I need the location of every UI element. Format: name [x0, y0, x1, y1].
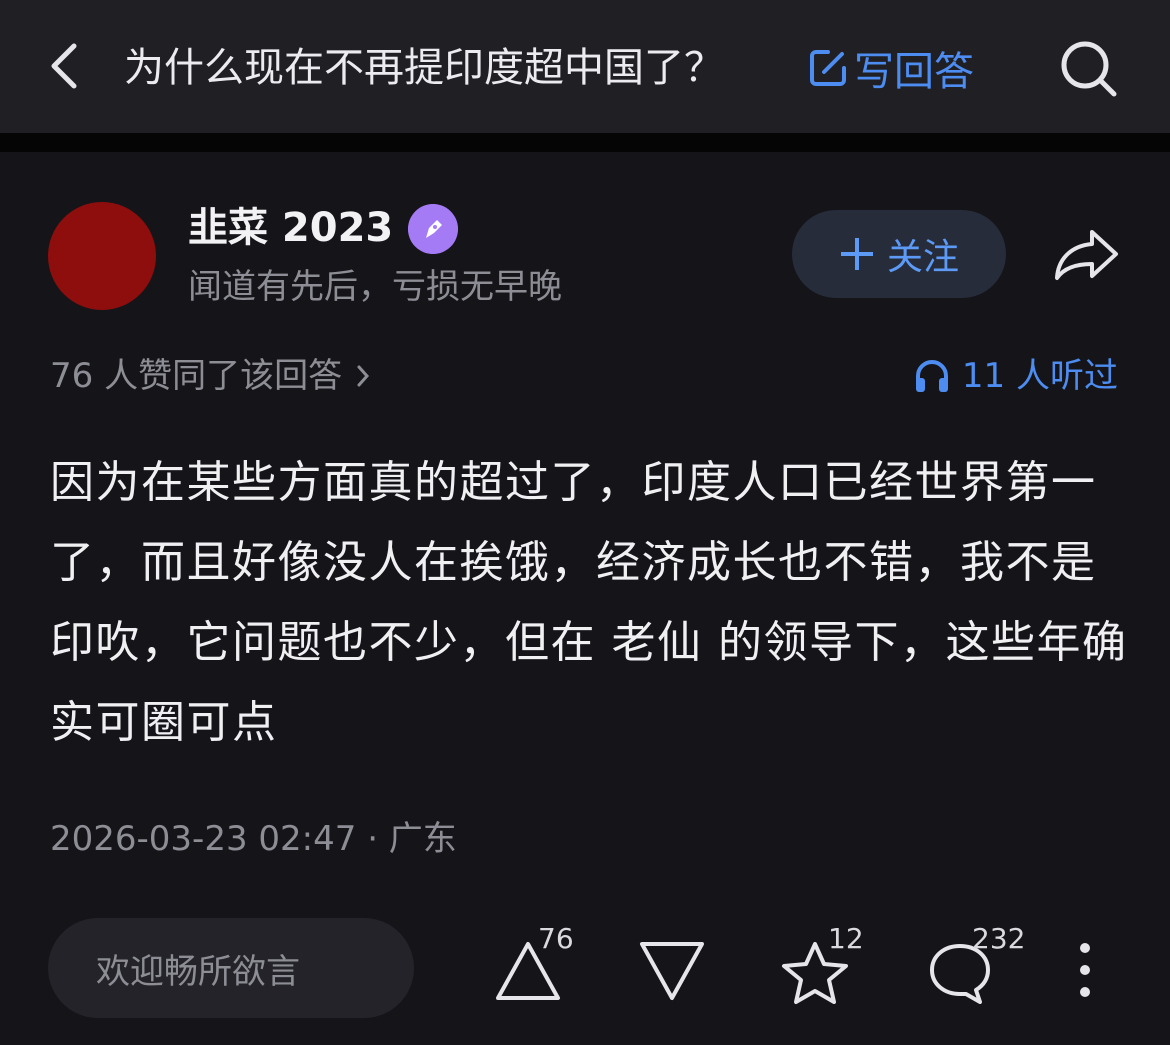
more-vertical-icon[interactable]: [1070, 938, 1100, 1002]
search-icon[interactable]: [1056, 36, 1120, 100]
upvote-count: 76: [538, 922, 574, 955]
downvote-triangle-icon: [640, 942, 704, 1000]
comment-count: 232: [972, 922, 1026, 955]
follow-label: 关注: [886, 237, 959, 278]
answer-body: 因为在某些方面真的超过了，印度人口已经世界第一了，而且好像没人在挨饿，经济成长也…: [50, 457, 1128, 748]
favorite-count: 12: [828, 922, 864, 955]
share-icon[interactable]: [1052, 226, 1122, 282]
comment-input[interactable]: 欢迎畅所欲言: [48, 918, 414, 1018]
plus-icon: [840, 238, 873, 270]
edit-icon: [810, 50, 846, 86]
chevron-left-icon[interactable]: [44, 40, 84, 92]
listened-summary[interactable]: 11 人听过: [912, 352, 1118, 400]
answer-meta: 2026-03-23 02:47 · 广东: [50, 819, 457, 859]
downvote-button[interactable]: [638, 930, 708, 1010]
author-name[interactable]: 韭菜 2023: [188, 198, 393, 258]
chevron-right-icon: [357, 365, 370, 387]
author-bio: 闻道有先后，亏损无早晚: [188, 267, 562, 307]
section-divider: [0, 133, 1170, 152]
avatar[interactable]: [48, 202, 156, 310]
favorite-button[interactable]: 12: [780, 922, 870, 1010]
top-bar: 为什么现在不再提印度超中国了？ 写回答: [0, 0, 1170, 133]
write-answer-button[interactable]: 写回答: [806, 38, 974, 98]
follow-button[interactable]: 关注: [792, 210, 1006, 298]
likes-text: 76 人赞同了该回答: [50, 356, 343, 396]
write-answer-label: 写回答: [854, 49, 974, 95]
likes-summary[interactable]: 76 人赞同了该回答: [50, 352, 370, 400]
pen-badge-icon: [408, 204, 458, 254]
upvote-button[interactable]: 76: [494, 922, 584, 1010]
headphones-icon: [915, 360, 948, 392]
comment-button[interactable]: 232: [926, 922, 1036, 1010]
question-title[interactable]: 为什么现在不再提印度超中国了？: [124, 38, 724, 98]
listened-text: 11 人听过: [961, 356, 1118, 396]
